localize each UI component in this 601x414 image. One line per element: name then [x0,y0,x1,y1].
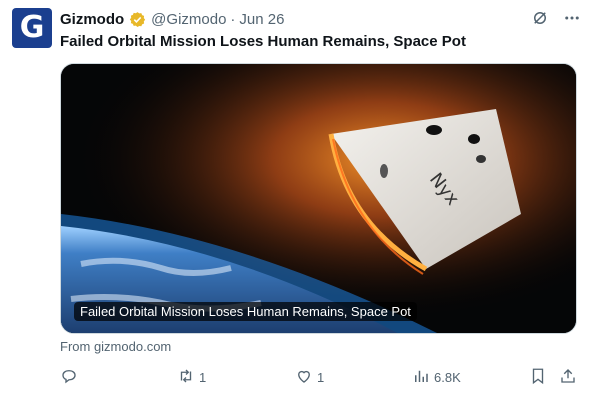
action-bar: 1 1 6.8K [60,367,580,389]
tweet-date[interactable]: Jun 26 [239,11,284,28]
like-button[interactable]: 1 [295,367,324,388]
more-icon[interactable] [563,9,581,32]
avatar[interactable]: G [12,8,52,48]
like-icon [295,367,313,388]
views-count: 6.8K [434,370,461,385]
grok-icon[interactable] [531,9,549,32]
author-name[interactable]: Gizmodo [60,11,124,28]
verified-badge-icon[interactable] [129,11,146,28]
retweet-icon [177,367,195,388]
card-caption: Failed Orbital Mission Loses Human Remai… [74,302,417,321]
reply-button[interactable] [60,367,82,388]
reply-icon [60,367,78,388]
retweet-button[interactable]: 1 [177,367,206,388]
card-source[interactable]: From gizmodo.com [60,339,171,354]
share-button[interactable] [559,367,577,388]
tweet-header: Gizmodo @Gizmodo · Jun 26 [60,9,284,29]
top-icons [531,9,581,32]
link-card[interactable]: Nyx Failed Orbital Mission Loses Human R… [60,63,577,334]
author-handle[interactable]: @Gizmodo [151,11,226,28]
retweet-count: 1 [199,370,207,385]
views-icon [412,367,430,388]
like-count: 1 [317,370,325,385]
share-icon [559,367,577,388]
bookmark-icon [529,367,547,388]
card-image: Nyx [61,64,576,333]
tweet-text: Failed Orbital Mission Loses Human Remai… [60,33,466,50]
views-button[interactable]: 6.8K [412,367,461,388]
bookmark-button[interactable] [529,367,547,388]
separator-dot: · [230,10,236,28]
